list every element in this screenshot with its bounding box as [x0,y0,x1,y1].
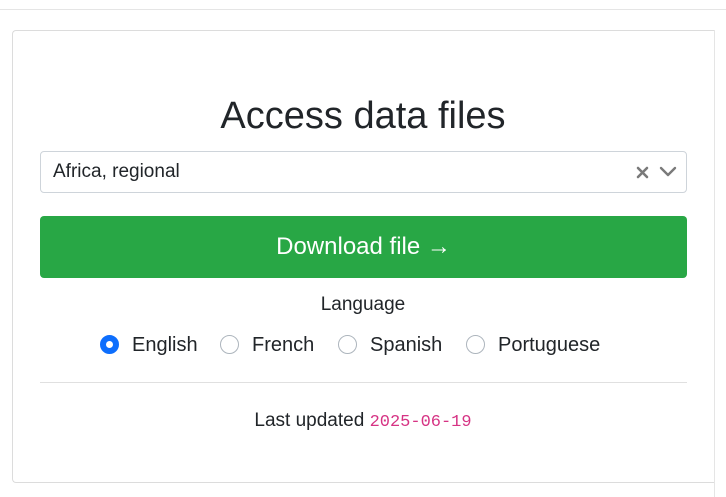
last-updated: Last updated 2025-06-19 [0,408,726,436]
last-updated-label: Last updated [254,410,370,431]
region-select[interactable]: Africa, regional [40,151,687,193]
radio-label-spanish: Spanish [370,334,443,356]
language-label: Language [320,294,406,315]
radio-label-french: French [252,334,315,356]
close-icon[interactable] [634,163,652,181]
radio-button-spanish[interactable] [338,335,357,354]
section-divider [40,382,687,383]
chevron-down-icon[interactable] [658,163,678,181]
download-file-button[interactable]: Download file → [40,216,687,278]
radio-button-english[interactable] [100,335,119,354]
last-updated-date: 2025-06-19 [369,413,472,432]
region-select-value: Africa, regional [53,161,180,182]
language-radio-group: English French Spanish Portuguese [0,332,726,360]
radio-label-portuguese: Portuguese [498,334,601,356]
page-title: Access data files [220,95,506,137]
radio-button-portuguese[interactable] [466,335,485,354]
top-divider [0,9,726,10]
radio-button-french[interactable] [220,335,239,354]
radio-label-english: English [132,334,198,356]
